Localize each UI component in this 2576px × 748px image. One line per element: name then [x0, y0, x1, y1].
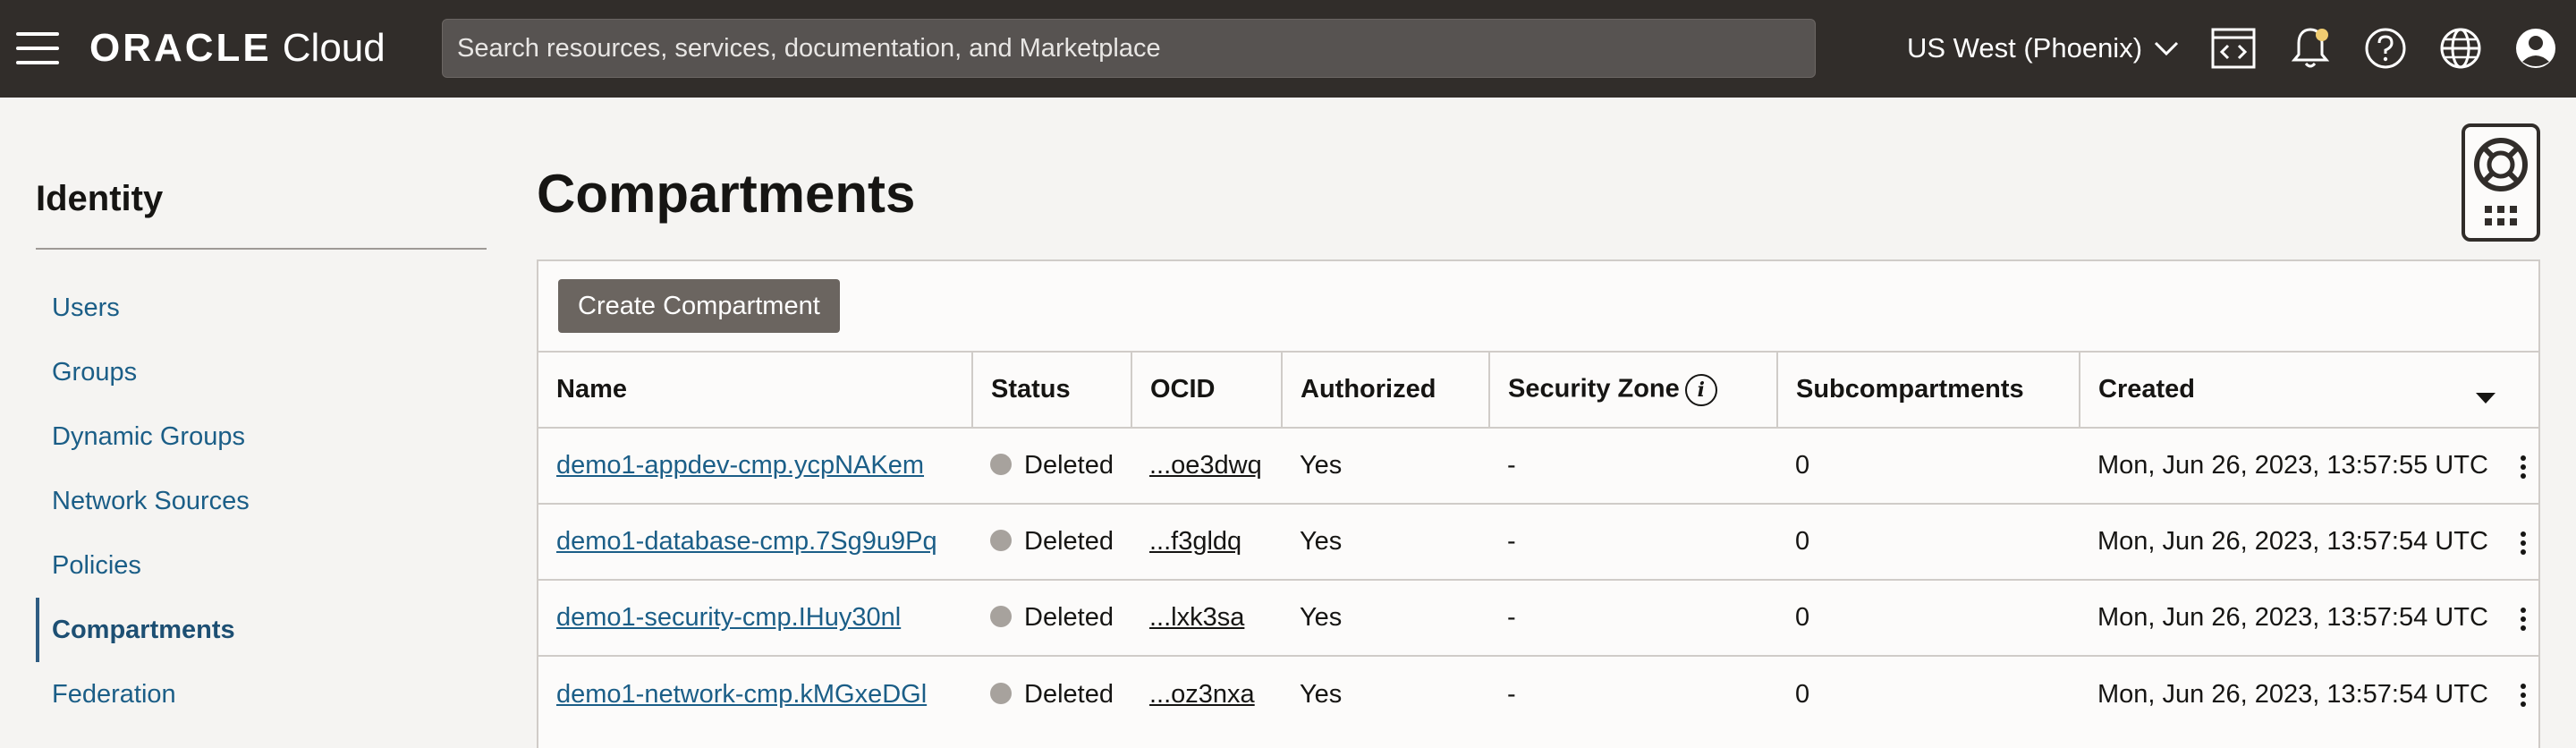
- help-widget[interactable]: [2462, 123, 2540, 242]
- status-dot-icon: [990, 606, 1012, 628]
- logo-oracle-text: ORACLE: [89, 26, 272, 70]
- cell-ocid: ...oe3dwq: [1131, 427, 1282, 504]
- cell-status: Deleted: [972, 503, 1131, 580]
- sort-descending-icon[interactable]: [2476, 393, 2496, 404]
- column-header-created-label: Created: [2098, 375, 2195, 404]
- cell-name: demo1-database-cmp.7Sg9u9Pq: [538, 503, 972, 580]
- chevron-down-icon: [2154, 41, 2179, 56]
- sidebar-item-groups[interactable]: Groups: [36, 340, 487, 404]
- row-actions-kebab-icon[interactable]: [2521, 531, 2526, 555]
- cell-subcompartments: 0: [1777, 427, 2080, 504]
- cell-ocid: ...oz3nxa: [1131, 655, 1282, 732]
- sidebar-divider: [36, 248, 487, 250]
- cell-authorized: Yes: [1282, 503, 1489, 580]
- table-row: demo1-appdev-cmp.ycpNAKem Deleted ...oe3…: [538, 427, 2538, 504]
- cell-status: Deleted: [972, 427, 1131, 504]
- cell-subcompartments: 0: [1777, 503, 2080, 580]
- compartment-name-link[interactable]: demo1-database-cmp.7Sg9u9Pq: [556, 527, 937, 556]
- sidebar-item-users[interactable]: Users: [36, 276, 487, 340]
- user-profile-icon[interactable]: [2512, 24, 2560, 72]
- cell-name: demo1-network-cmp.kMGxeDGl: [538, 655, 972, 732]
- create-compartment-button[interactable]: Create Compartment: [558, 279, 840, 333]
- help-icon[interactable]: [2361, 24, 2410, 72]
- sidebar-item-federation[interactable]: Federation: [36, 662, 487, 727]
- cell-subcompartments: 0: [1777, 655, 2080, 732]
- cell-authorized: Yes: [1282, 427, 1489, 504]
- language-globe-icon[interactable]: [2436, 24, 2485, 72]
- hamburger-menu-icon[interactable]: [16, 32, 59, 64]
- notifications-bell-icon[interactable]: [2286, 24, 2334, 72]
- oracle-cloud-logo[interactable]: ORACLE Cloud: [89, 23, 386, 73]
- region-selector[interactable]: US West (Phoenix): [1907, 23, 2180, 73]
- cell-created: Mon, Jun 26, 2023, 13:57:54 UTC: [2080, 579, 2538, 656]
- column-header-name[interactable]: Name: [538, 351, 973, 428]
- cell-security-zone: -: [1489, 655, 1777, 732]
- table-row: demo1-database-cmp.7Sg9u9Pq Deleted ...f…: [538, 503, 2538, 580]
- cell-security-zone: -: [1489, 503, 1777, 580]
- sidebar-item-compartments[interactable]: Compartments: [36, 598, 487, 662]
- status-dot-icon: [990, 682, 1012, 704]
- created-text: Mon, Jun 26, 2023, 13:57:54 UTC: [2097, 527, 2488, 556]
- cell-security-zone: -: [1489, 427, 1777, 504]
- cell-name: demo1-appdev-cmp.ycpNAKem: [538, 427, 972, 504]
- ocid-link[interactable]: ...lxk3sa: [1149, 603, 1244, 632]
- table-row: demo1-network-cmp.kMGxeDGl Deleted ...oz…: [538, 655, 2538, 732]
- page-title: Compartments: [537, 164, 916, 224]
- ocid-link[interactable]: ...oe3dwq: [1149, 451, 1262, 480]
- row-actions-kebab-icon[interactable]: [2521, 608, 2526, 631]
- compartment-name-link[interactable]: demo1-network-cmp.kMGxeDGl: [556, 680, 927, 709]
- info-icon[interactable]: i: [1684, 373, 1717, 406]
- status-text: Deleted: [1024, 603, 1114, 632]
- sidebar-item-dynamic-groups[interactable]: Dynamic Groups: [36, 404, 487, 469]
- lifebuoy-icon: [2474, 138, 2528, 225]
- table-row: demo1-security-cmp.IHuy30nl Deleted ...l…: [538, 579, 2538, 656]
- row-actions-kebab-icon[interactable]: [2521, 684, 2526, 707]
- ocid-link[interactable]: ...oz3nxa: [1149, 680, 1255, 709]
- region-label: US West (Phoenix): [1907, 32, 2143, 64]
- sidebar-title: Identity: [36, 179, 164, 218]
- row-actions-kebab-icon[interactable]: [2521, 455, 2526, 479]
- cell-authorized: Yes: [1282, 655, 1489, 732]
- cell-created: Mon, Jun 26, 2023, 13:57:55 UTC: [2080, 427, 2538, 504]
- status-dot-icon: [990, 454, 1012, 476]
- created-text: Mon, Jun 26, 2023, 13:57:54 UTC: [2097, 679, 2488, 709]
- sidebar-item-policies[interactable]: Policies: [36, 533, 487, 598]
- column-header-created[interactable]: Created: [2080, 351, 2538, 428]
- cell-created: Mon, Jun 26, 2023, 13:57:54 UTC: [2080, 503, 2538, 580]
- cell-ocid: ...lxk3sa: [1131, 579, 1282, 656]
- compartment-name-link[interactable]: demo1-appdev-cmp.ycpNAKem: [556, 451, 924, 480]
- sidebar-nav: Users Groups Dynamic Groups Network Sour…: [36, 276, 487, 727]
- status-text: Deleted: [1024, 679, 1114, 709]
- column-header-ocid[interactable]: OCID: [1131, 351, 1283, 428]
- table-header-row: Name Status OCID Authorized Security Zon…: [538, 351, 2538, 428]
- cell-status: Deleted: [972, 655, 1131, 732]
- compartment-name-link[interactable]: demo1-security-cmp.IHuy30nl: [556, 603, 901, 632]
- search-input[interactable]: [457, 20, 1815, 77]
- code-editor-icon[interactable]: [2209, 24, 2258, 72]
- column-header-authorized[interactable]: Authorized: [1282, 351, 1490, 428]
- column-header-security-zone[interactable]: Security Zone i: [1489, 351, 1778, 428]
- cell-ocid: ...f3gldq: [1131, 503, 1282, 580]
- column-header-subcompartments[interactable]: Subcompartments: [1777, 351, 2080, 428]
- status-text: Deleted: [1024, 451, 1114, 480]
- created-text: Mon, Jun 26, 2023, 13:57:54 UTC: [2097, 603, 2488, 632]
- cell-subcompartments: 0: [1777, 579, 2080, 656]
- sidebar-item-network-sources[interactable]: Network Sources: [36, 469, 487, 533]
- ocid-link[interactable]: ...f3gldq: [1149, 527, 1241, 556]
- column-header-security-zone-label: Security Zone: [1508, 374, 1680, 404]
- cell-authorized: Yes: [1282, 579, 1489, 656]
- logo-cloud-text: Cloud: [282, 26, 386, 70]
- compartments-table: Name Status OCID Authorized Security Zon…: [538, 351, 2538, 732]
- cell-created: Mon, Jun 26, 2023, 13:57:54 UTC: [2080, 655, 2538, 732]
- created-text: Mon, Jun 26, 2023, 13:57:55 UTC: [2097, 451, 2488, 480]
- column-header-status[interactable]: Status: [972, 351, 1132, 428]
- status-dot-icon: [990, 530, 1012, 552]
- cell-status: Deleted: [972, 579, 1131, 656]
- search-box[interactable]: [442, 19, 1816, 78]
- top-bar: ORACLE Cloud US West (Phoenix): [0, 0, 2576, 98]
- cell-security-zone: -: [1489, 579, 1777, 656]
- compartments-panel: Create Compartment Name Status OCID Auth…: [537, 259, 2540, 748]
- status-text: Deleted: [1024, 527, 1114, 556]
- cell-name: demo1-security-cmp.IHuy30nl: [538, 579, 972, 656]
